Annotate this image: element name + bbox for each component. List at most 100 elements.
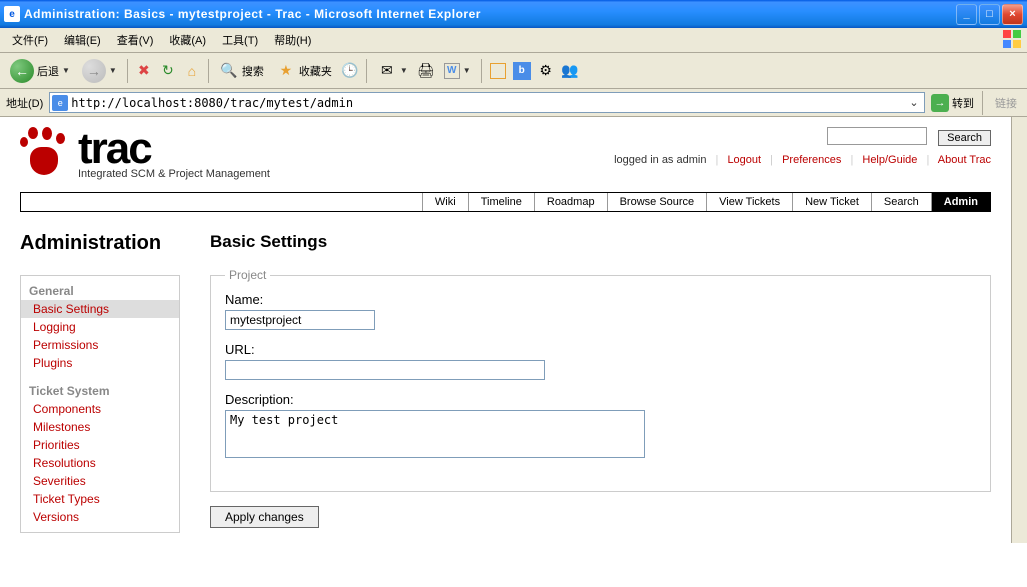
ie-icon: e [4, 6, 20, 22]
url-input-field[interactable] [225, 360, 545, 380]
fieldset-legend: Project [225, 268, 270, 282]
print-icon: 🖨 [417, 62, 435, 79]
admin-heading: Administration [20, 232, 180, 255]
name-label: Name: [225, 292, 976, 307]
star-icon: ★ [276, 61, 296, 81]
go-button[interactable]: → 转到 [931, 94, 974, 112]
favorites-button[interactable]: ★ 收藏夹 [272, 59, 336, 83]
sidebar-item-priorities[interactable]: Priorities [21, 436, 179, 454]
apply-button[interactable]: Apply changes [210, 506, 319, 528]
sidebar-item-milestones[interactable]: Milestones [21, 418, 179, 436]
nav-roadmap[interactable]: Roadmap [534, 193, 607, 211]
back-label: 后退 [37, 63, 59, 79]
address-input-wrap[interactable]: e ⌄ [49, 92, 925, 113]
word-icon: W [444, 63, 460, 79]
window-titlebar: e Administration: Basics - mytestproject… [0, 0, 1027, 28]
metanav: logged in as admin | Logout | Preference… [614, 154, 991, 166]
page-icon: e [52, 95, 68, 111]
nav-view-tickets[interactable]: View Tickets [706, 193, 792, 211]
messenger-button[interactable]: 👥 [560, 61, 580, 81]
edit-button[interactable]: W▼ [440, 61, 475, 81]
sidebar-item-ticket-types[interactable]: Ticket Types [21, 490, 179, 508]
nav-browse[interactable]: Browse Source [607, 193, 707, 211]
nav-wiki[interactable]: Wiki [422, 193, 468, 211]
search-icon: 🔍 [219, 61, 239, 81]
b-icon: b [513, 62, 531, 80]
sidebar-item-permissions[interactable]: Permissions [21, 336, 179, 354]
refresh-icon: ↻ [162, 62, 174, 79]
favorites-label: 收藏夹 [299, 63, 332, 79]
url-input[interactable] [71, 96, 906, 110]
sidebar-item-components[interactable]: Components [21, 400, 179, 418]
nav-admin[interactable]: Admin [931, 193, 990, 211]
sidebar-item-basic[interactable]: Basic Settings [21, 300, 179, 318]
go-label: 转到 [952, 95, 974, 111]
history-icon: 🕒 [341, 62, 358, 79]
vertical-scrollbar[interactable] [1011, 117, 1027, 543]
menu-file[interactable]: 文件(F) [6, 30, 54, 50]
trac-logo[interactable]: trac Integrated SCM & Project Management [20, 127, 270, 182]
logged-in-text: logged in as admin [614, 154, 706, 166]
people-icon: 👥 [561, 62, 578, 79]
windows-flag-icon [1001, 30, 1023, 48]
tool3-button[interactable]: ⚙ [536, 61, 556, 81]
menu-help[interactable]: 帮助(H) [268, 30, 317, 50]
minimize-button[interactable]: _ [956, 4, 977, 25]
address-dropdown[interactable]: ⌄ [906, 96, 922, 109]
sidebar-item-logging[interactable]: Logging [21, 318, 179, 336]
print-button[interactable]: 🖨 [416, 61, 436, 81]
go-arrow-icon: → [931, 94, 949, 112]
address-label: 地址(D) [6, 95, 43, 111]
preferences-link[interactable]: Preferences [782, 154, 841, 166]
nav-timeline[interactable]: Timeline [468, 193, 534, 211]
window-title: Administration: Basics - mytestproject -… [24, 7, 956, 21]
stop-button[interactable]: ✖ [134, 61, 154, 81]
toolbar: ← 后退 ▼ → ▼ ✖ ↻ ⌂ 🔍 搜索 ★ 收藏夹 🕒 ✉▼ 🖨 W▼ b … [0, 53, 1027, 89]
search-button[interactable]: 🔍 搜索 [215, 59, 268, 83]
history-button[interactable]: 🕒 [340, 61, 360, 81]
about-link[interactable]: About Trac [938, 154, 991, 166]
sidebar-group-ticket: Ticket System [21, 382, 179, 400]
links-label[interactable]: 链接 [991, 95, 1021, 111]
chevron-down-icon: ▼ [62, 66, 70, 75]
refresh-button[interactable]: ↻ [158, 61, 178, 81]
maximize-button[interactable]: □ [979, 4, 1000, 25]
panel-title: Basic Settings [210, 232, 991, 252]
home-button[interactable]: ⌂ [182, 61, 202, 81]
menubar: 文件(F) 编辑(E) 查看(V) 收藏(A) 工具(T) 帮助(H) [0, 28, 1027, 53]
back-button[interactable]: ← 后退 ▼ [6, 57, 74, 85]
menu-view[interactable]: 查看(V) [111, 30, 160, 50]
top-search-input[interactable] [827, 127, 927, 145]
menu-favorites[interactable]: 收藏(A) [163, 30, 212, 50]
sidebar-item-severities[interactable]: Severities [21, 472, 179, 490]
menu-edit[interactable]: 编辑(E) [58, 30, 107, 50]
gear-icon: ⚙ [539, 62, 552, 79]
sidebar-item-plugins[interactable]: Plugins [21, 354, 179, 372]
forward-icon: → [82, 59, 106, 83]
trac-subtitle: Integrated SCM & Project Management [78, 168, 270, 180]
address-bar: 地址(D) e ⌄ → 转到 链接 [0, 89, 1027, 117]
mail-icon: ✉ [377, 61, 397, 81]
logout-link[interactable]: Logout [727, 154, 761, 166]
sidebar-item-resolutions[interactable]: Resolutions [21, 454, 179, 472]
paw-icon [20, 127, 70, 182]
desc-textarea[interactable] [225, 410, 645, 458]
nav-search[interactable]: Search [871, 193, 931, 211]
menu-tools[interactable]: 工具(T) [216, 30, 264, 50]
page-content: trac Integrated SCM & Project Management… [0, 117, 1011, 543]
tool2-button[interactable]: b [512, 61, 532, 81]
nav-new-ticket[interactable]: New Ticket [792, 193, 871, 211]
mail-button[interactable]: ✉▼ [373, 59, 412, 83]
top-search-button[interactable]: Search [938, 130, 991, 146]
stop-icon: ✖ [138, 62, 150, 79]
sidebar-item-versions[interactable]: Versions [21, 508, 179, 526]
search-label: 搜索 [242, 63, 264, 79]
tool1-button[interactable] [488, 61, 508, 81]
close-button[interactable]: × [1002, 4, 1023, 25]
help-link[interactable]: Help/Guide [862, 154, 917, 166]
forward-button[interactable]: → ▼ [78, 57, 121, 85]
desc-label: Description: [225, 392, 976, 407]
main-nav: Wiki Timeline Roadmap Browse Source View… [20, 192, 991, 212]
sidebar-group-general: General [21, 282, 179, 300]
name-input[interactable] [225, 310, 375, 330]
